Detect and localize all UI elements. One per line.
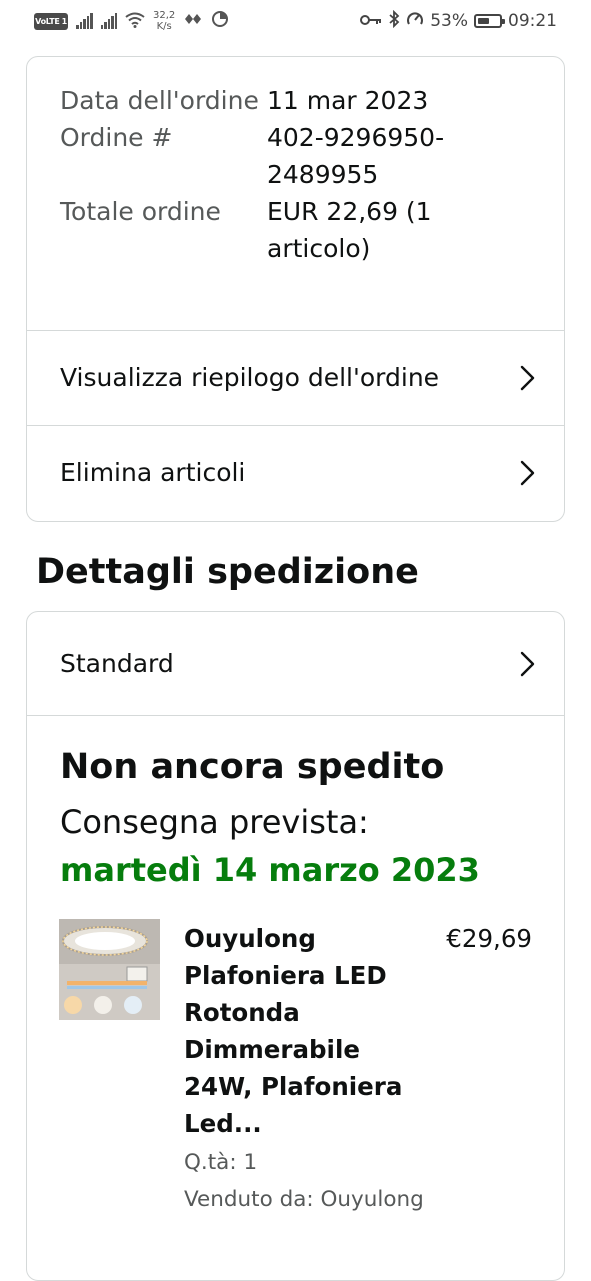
sync-icon: [211, 10, 229, 32]
signal-strength-icon: [76, 13, 93, 29]
order-info-card: Data dell'ordine 11 mar 2023 Ordine # 40…: [26, 56, 565, 522]
shipping-method-row[interactable]: Standard: [27, 612, 564, 716]
wifi-icon: [125, 12, 145, 31]
status-bar-right: 53% 09:21: [360, 6, 557, 36]
view-order-summary-row[interactable]: Visualizza riepilogo dell'ordine: [27, 330, 564, 425]
battery-percent: 53%: [430, 11, 468, 31]
battery-icon: [474, 14, 505, 28]
data-saver-icon: [406, 10, 424, 33]
volte-label: VoLTE: [35, 16, 60, 26]
delete-items-row[interactable]: Elimina articoli: [27, 425, 564, 520]
signal-strength-2-icon: [100, 13, 117, 29]
order-date-label: Data dell'ordine: [60, 86, 259, 115]
clock-time: 09:21: [508, 11, 557, 31]
order-number-value: 402-9296950-2489955: [267, 123, 445, 189]
shipping-card: Standard Non ancora spedito Consegna pre…: [26, 611, 565, 1281]
delivery-estimate-label: Consegna prevista:: [60, 803, 369, 841]
order-number-row: Ordine # 402-9296950-2489955: [60, 119, 540, 193]
order-date-row: Data dell'ordine 11 mar 2023: [60, 82, 540, 119]
view-order-summary-label: Visualizza riepilogo dell'ordine: [60, 363, 440, 392]
order-info-grid: Data dell'ordine 11 mar 2023 Ordine # 40…: [60, 82, 540, 267]
status-bar: VoLTE 1 32,2 K/s 53% 09:21: [0, 0, 591, 42]
product-price: €29,69: [446, 924, 532, 953]
network-speed-unit: K/s: [156, 21, 172, 32]
chevron-right-icon: [520, 365, 535, 391]
order-date-value: 11 mar 2023: [267, 86, 429, 115]
sim-number: 1: [61, 16, 68, 26]
order-total-value: EUR 22,69 (1 articolo): [267, 197, 432, 263]
order-number-label: Ordine #: [60, 123, 173, 152]
product-title[interactable]: Ouyulong Plafoniera LED Rotonda Dimmerab…: [184, 920, 414, 1142]
delete-items-label: Elimina articoli: [60, 458, 246, 487]
key-icon: [360, 11, 382, 31]
delivery-date: martedì 14 marzo 2023: [60, 851, 480, 889]
product-quantity: Q.tà: 1: [184, 1150, 258, 1175]
network-speed-value: 32,2: [153, 10, 176, 21]
volte-icon: VoLTE 1: [34, 12, 68, 30]
shipping-method-label: Standard: [60, 648, 174, 678]
chevron-right-icon: [520, 651, 535, 676]
bluetooth-icon: [388, 9, 400, 33]
order-total-row: Totale ordine EUR 22,69 (1 articolo): [60, 193, 540, 267]
product-image[interactable]: [59, 919, 160, 1020]
chevron-right-icon: [520, 460, 535, 486]
network-speed: 32,2 K/s: [153, 10, 175, 32]
order-total-label: Totale ordine: [60, 197, 221, 226]
shipment-status: Non ancora spedito: [60, 747, 445, 787]
shipping-details-title: Dettagli spedizione: [36, 552, 419, 592]
product-seller: Venduto da: Ouyulong: [184, 1187, 424, 1212]
app-notification-icon: [183, 11, 203, 31]
status-bar-left: VoLTE 1 32,2 K/s: [34, 6, 229, 36]
